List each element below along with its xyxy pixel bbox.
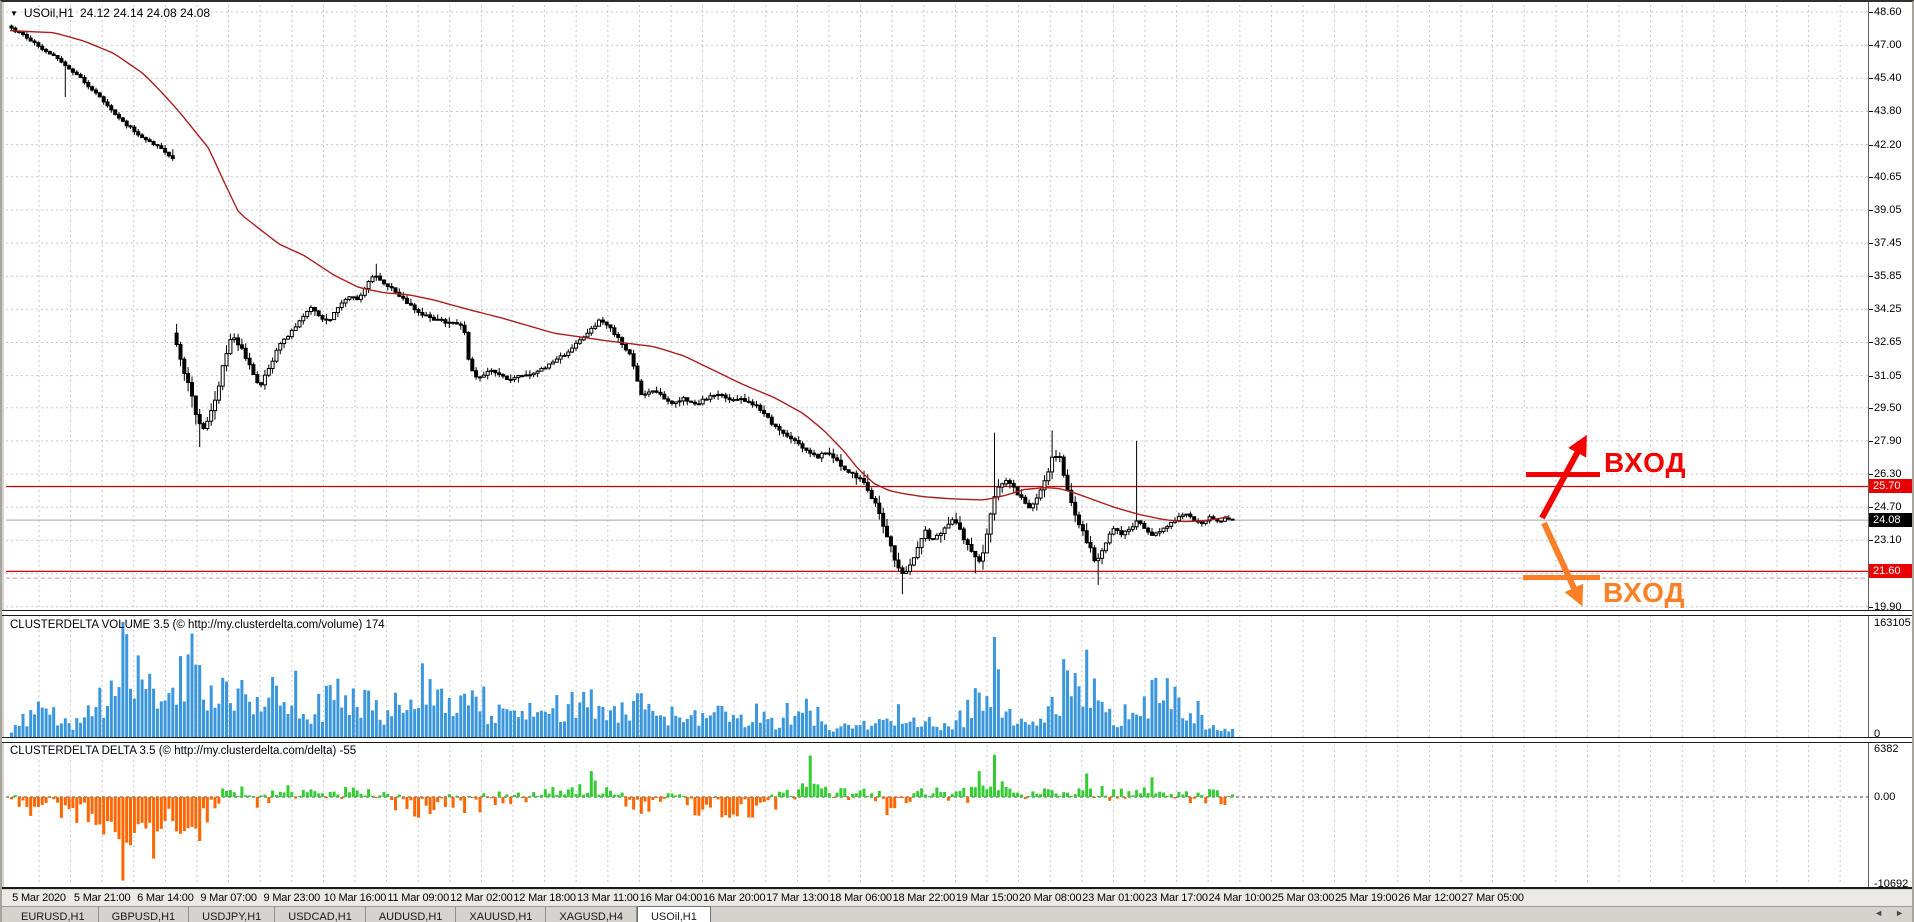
chart-tab-eurusd-h1[interactable]: EURUSD,H1 <box>8 907 99 922</box>
volume-indicator-label: CLUSTERDELTA VOLUME 3.5 (© http://my.clu… <box>10 619 385 631</box>
time-axis-label: 6 Mar 14:00 <box>137 892 194 904</box>
horizontal-level-lines <box>6 485 1868 579</box>
price-axis-label: 34.25 <box>1874 303 1902 316</box>
time-axis-label: 5 Mar 2020 <box>12 892 66 904</box>
chart-tab-audusd-h1[interactable]: AUDUSD,H1 <box>366 907 457 922</box>
price-axis-tick <box>1869 607 1873 608</box>
price-axis-tick <box>1869 111 1873 112</box>
price-axis-tick <box>1869 309 1873 310</box>
price-axis-tick <box>1869 507 1873 508</box>
price-axis-label: 31.05 <box>1874 369 1902 382</box>
time-axis-label: 18 Mar 06:00 <box>829 892 892 904</box>
price-axis-tick <box>1869 474 1873 475</box>
price-axis-label: 24.70 <box>1874 501 1902 514</box>
price-axis-label: 39.05 <box>1874 203 1902 216</box>
time-axis-label: 20 Mar 08:00 <box>1018 892 1082 904</box>
resistance-price-badge: 25.70 <box>1869 479 1912 494</box>
time-axis-label: 5 Mar 21:00 <box>73 892 131 904</box>
time-axis[interactable]: 5 Mar 2020 5 Mar 21:00 6 Mar 14:00 9 Mar 07… <box>2 890 1912 906</box>
time-axis-label: 9 Mar 07:00 <box>200 892 257 904</box>
scroll-right-icon[interactable]: ► <box>1895 908 1904 918</box>
time-axis-label: 23 Mar 17:00 <box>1145 892 1208 904</box>
price-axis-tick <box>1869 441 1873 442</box>
time-axis-label: 27 Mar 05:00 <box>1461 892 1524 904</box>
time-axis-label: 25 Mar 19:00 <box>1334 892 1398 904</box>
price-axis-label: 32.65 <box>1874 336 1902 349</box>
trading-terminal-window: ▼ USOil,H1 24.12 24.14 24.08 24.08 CLUST… <box>0 0 1914 922</box>
price-axis-label: 47.00 <box>1874 39 1902 52</box>
price-axis-tick <box>1869 342 1873 343</box>
time-axis-label: 12 Mar 02:00 <box>450 892 513 904</box>
price-axis-label: 37.45 <box>1874 237 1902 250</box>
price-axis-label: 45.40 <box>1874 72 1902 85</box>
price-axis-label: 26.30 <box>1874 468 1902 481</box>
symbol-dropdown-icon[interactable]: ▼ <box>10 9 18 18</box>
time-axis-label: 24 Mar 10:00 <box>1208 892 1272 904</box>
time-axis-label: 25 Mar 03:00 <box>1271 892 1335 904</box>
price-axis-tick <box>1869 45 1873 46</box>
price-axis-label: 43.80 <box>1874 105 1902 118</box>
chart-tab-xagusd-h4[interactable]: XAGUSD,H4 <box>546 907 637 922</box>
price-axis-tick <box>1869 243 1873 244</box>
chart-tab-usoil-h1[interactable]: USOil,H1 <box>636 906 711 922</box>
price-axis-label: 29.50 <box>1874 401 1902 414</box>
entry-long-annotation-text: ВХОД <box>1604 447 1687 478</box>
price-axis-tick <box>1869 145 1873 146</box>
time-axis-label: 16 Mar 20:00 <box>702 892 766 904</box>
time-axis-label: 12 Mar 18:00 <box>513 892 576 904</box>
price-axis-tick <box>1869 408 1873 409</box>
current-price-badge: 24.08 <box>1869 513 1912 528</box>
entry-long-arrow <box>1526 434 1600 520</box>
price-axis-tick <box>1869 177 1873 178</box>
chart-symbol-period: USOil,H1 <box>23 6 74 20</box>
indicator-scale-label: 163105 <box>1874 617 1911 629</box>
pane-separator-main-volume[interactable] <box>2 610 1912 616</box>
chart-tab-xauusd-h1[interactable]: XAUUSD,H1 <box>456 907 547 922</box>
price-axis-tick <box>1869 540 1873 541</box>
chart-tab-bar: EURUSD,H1 GBPUSD,H1 USDJPY,H1 USDCAD,H1 AUDU… <box>2 906 1912 922</box>
price-axis-tick <box>1869 210 1873 211</box>
pane-separator-volume-delta[interactable] <box>2 737 1912 743</box>
chart-tab-usdcad-h1[interactable]: USDCAD,H1 <box>275 907 366 922</box>
price-axis-label: 27.90 <box>1874 434 1902 447</box>
chart-title: ▼ USOil,H1 24.12 24.14 24.08 24.08 <box>10 6 210 20</box>
time-axis-label: 10 Mar 16:00 <box>323 892 387 904</box>
chart-tab-gbpusd-h1[interactable]: GBPUSD,H1 <box>99 907 190 922</box>
price-axis-label: 48.60 <box>1874 6 1902 18</box>
scroll-left-icon[interactable]: ◄ <box>1874 908 1883 918</box>
time-axis-label: 26 Mar 12:00 <box>1398 892 1461 904</box>
price-axis-tick <box>1869 78 1873 79</box>
chart-ohlc-readout: 24.12 24.14 24.08 24.08 <box>79 6 211 20</box>
entry-short-annotation-text: ВХОД <box>1603 577 1686 608</box>
price-axis-label: 42.20 <box>1874 138 1902 151</box>
indicator-scale-label: 0.00 <box>1874 791 1896 803</box>
time-axis-label: 9 Mar 23:00 <box>263 892 321 904</box>
price-axis-tick <box>1869 376 1873 377</box>
price-axis-label: 23.10 <box>1874 534 1902 547</box>
indicator-scale-label: 6382 <box>1874 743 1899 755</box>
time-axis-label: 18 Mar 22:00 <box>892 892 956 904</box>
delta-indicator-label: CLUSTERDELTA DELTA 3.5 (© http://my.clus… <box>10 745 357 757</box>
time-axis-label: 19 Mar 15:00 <box>955 892 1019 904</box>
time-axis-label: 16 Mar 04:00 <box>639 892 703 904</box>
volume-bars-layer <box>10 622 1235 737</box>
chart-tab-usdjpy-h1[interactable]: USDJPY,H1 <box>189 907 276 922</box>
price-axis-label: 40.65 <box>1874 170 1902 183</box>
time-axis-label: 11 Mar 09:00 <box>387 892 449 904</box>
support-price-badge: 21.60 <box>1869 564 1912 579</box>
tab-scroll-buttons: ◄ ► <box>1874 908 1904 918</box>
time-axis-label: 13 Mar 11:00 <box>576 892 639 904</box>
price-axis-label: 35.85 <box>1874 270 1902 283</box>
price-axis-tick <box>1869 276 1873 277</box>
time-axis-label: 17 Mar 13:00 <box>766 892 829 904</box>
time-axis-label: 23 Mar 01:00 <box>1082 892 1145 904</box>
entry-short-arrow <box>1523 521 1600 607</box>
price-axis-tick <box>1869 12 1873 13</box>
